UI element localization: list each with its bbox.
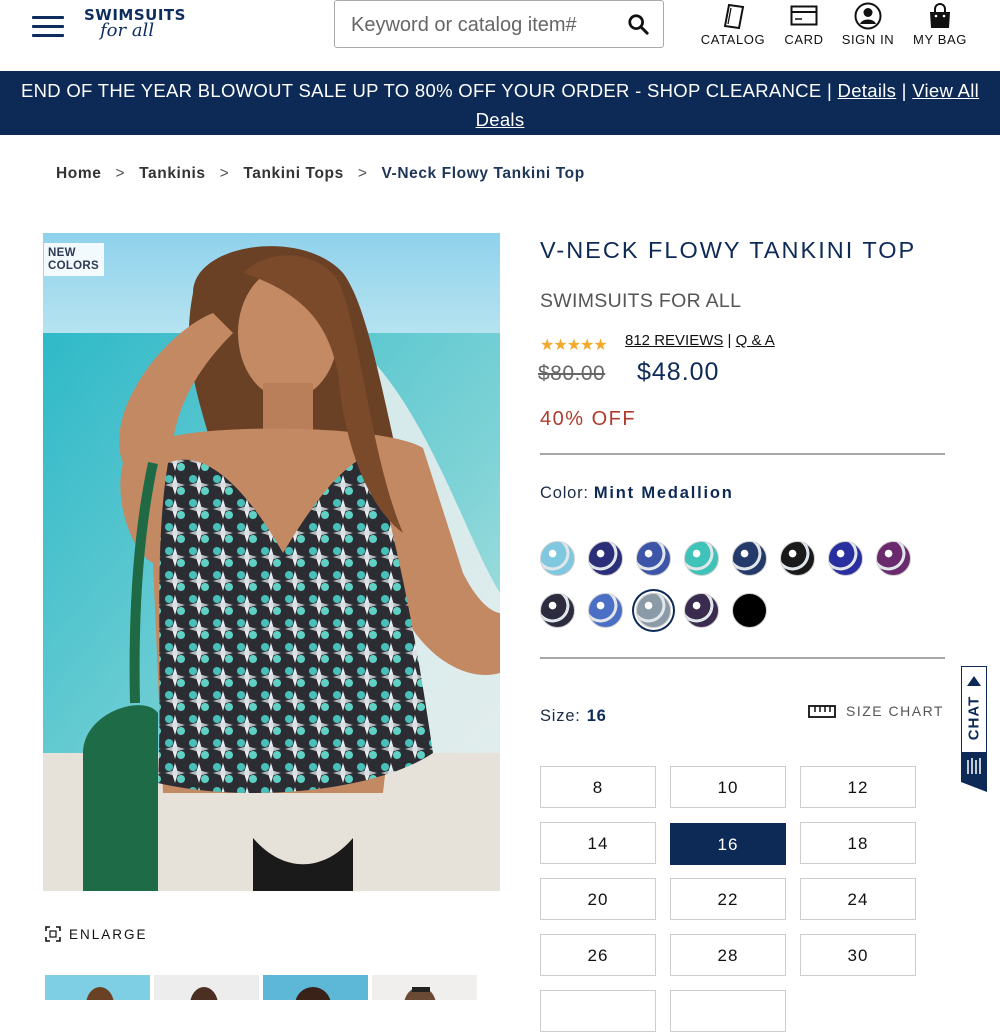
original-price: $80.00 <box>538 362 606 385</box>
size-option[interactable]: 26 <box>540 934 656 976</box>
size-option[interactable]: 30 <box>800 934 916 976</box>
product-thumbnail[interactable] <box>263 975 368 1000</box>
breadcrumb-current: V-Neck Flowy Tankini Top <box>381 165 585 182</box>
enlarge-label: ENLARGE <box>69 926 148 942</box>
product-brand[interactable]: SWIMSUITS FOR ALL <box>540 290 741 313</box>
reviews-row: 812 REVIEWS | Q & A <box>625 332 775 349</box>
new-colors-badge: NEW COLORS <box>44 243 104 276</box>
color-swatch[interactable] <box>588 593 623 628</box>
ruler-icon <box>808 705 836 718</box>
search-input[interactable] <box>349 9 623 41</box>
breadcrumb-separator: > <box>115 165 126 182</box>
color-swatch[interactable] <box>684 593 719 628</box>
menu-icon[interactable] <box>32 14 64 40</box>
color-swatch[interactable] <box>636 541 671 576</box>
chat-label: CHAT <box>965 695 983 741</box>
size-chart-label: SIZE CHART <box>846 703 944 719</box>
breadcrumb-separator: > <box>219 165 230 182</box>
breadcrumb-tankini-tops[interactable]: Tankini Tops <box>243 165 344 182</box>
size-option[interactable]: 22 <box>670 878 786 920</box>
reviews-separator: | <box>727 332 732 349</box>
size-option[interactable] <box>670 990 786 1032</box>
divider <box>540 453 945 455</box>
catalog-icon <box>723 3 745 30</box>
nav-my-bag[interactable]: MY BAG <box>910 0 970 47</box>
size-option[interactable]: 28 <box>670 934 786 976</box>
badge-line-1: NEW <box>48 247 76 259</box>
color-swatch[interactable] <box>732 593 767 628</box>
size-option[interactable]: 24 <box>800 878 916 920</box>
color-swatch[interactable] <box>588 541 623 576</box>
enlarge-icon <box>45 926 61 942</box>
promo-details-link[interactable]: Details <box>838 80 897 101</box>
bag-icon <box>930 3 950 28</box>
product-title: V-NECK FLOWY TANKINI TOP <box>540 237 917 263</box>
size-value: 16 <box>586 707 607 725</box>
nav-sign-in-label: SIGN IN <box>841 32 895 47</box>
product-main-image[interactable] <box>43 233 500 891</box>
size-option[interactable]: 10 <box>670 766 786 808</box>
color-label: Color: Mint Medallion <box>540 484 734 503</box>
promo-separator: | <box>901 80 907 101</box>
enlarge-button[interactable]: ENLARGE <box>45 926 148 942</box>
user-icon <box>854 2 882 30</box>
nav-card[interactable]: CARD <box>780 0 828 47</box>
color-value: Mint Medallion <box>593 484 734 502</box>
breadcrumb-separator: > <box>357 165 368 182</box>
size-option[interactable]: 12 <box>800 766 916 808</box>
color-swatch[interactable] <box>684 541 719 576</box>
size-chart-link[interactable]: SIZE CHART <box>808 703 944 719</box>
nav-catalog-label: CATALOG <box>700 32 766 47</box>
product-thumbnail[interactable] <box>154 975 259 1000</box>
color-swatch[interactable] <box>636 593 671 628</box>
card-icon <box>790 5 818 26</box>
promo-text: END OF THE YEAR BLOWOUT SALE UP TO 80% O… <box>20 80 822 101</box>
size-option[interactable]: 8 <box>540 766 656 808</box>
rating-stars[interactable]: ★★★★★ <box>540 335 608 355</box>
size-label: Size: 16 <box>540 707 607 726</box>
size-option[interactable]: 16 <box>670 823 786 865</box>
sale-price: $48.00 <box>637 358 720 386</box>
color-swatches <box>540 541 940 631</box>
size-label-text: Size: <box>540 707 581 725</box>
breadcrumb: Home > Tankinis > Tankini Tops > V-Neck Flowy … <box>56 165 585 183</box>
reviews-link[interactable]: 812 REVIEWS <box>625 332 723 349</box>
nav-card-label: CARD <box>784 32 824 47</box>
promo-banner: END OF THE YEAR BLOWOUT SALE UP TO 80% O… <box>0 71 1000 135</box>
qa-link[interactable]: Q & A <box>736 332 775 349</box>
product-thumbnail[interactable] <box>372 975 477 1000</box>
product-thumbnail[interactable] <box>45 975 150 1000</box>
color-swatch[interactable] <box>540 593 575 628</box>
divider <box>540 657 945 659</box>
size-option[interactable]: 18 <box>800 822 916 864</box>
color-swatch[interactable] <box>828 541 863 576</box>
color-swatch[interactable] <box>540 541 575 576</box>
star-rating-icons: ★★★★★ <box>540 337 608 354</box>
logo-text-bottom: for all <box>100 20 155 41</box>
size-option[interactable]: 20 <box>540 878 656 920</box>
size-grid: 8 10 12 14 16 18 20 22 24 26 28 30 <box>540 766 920 1032</box>
breadcrumb-tankinis[interactable]: Tankinis <box>139 165 206 182</box>
size-option[interactable] <box>540 990 656 1032</box>
color-swatch[interactable] <box>876 541 911 576</box>
size-option[interactable]: 14 <box>540 822 656 864</box>
promo-separator: | <box>826 80 833 101</box>
breadcrumb-home[interactable]: Home <box>56 165 101 182</box>
nav-my-bag-label: MY BAG <box>913 32 967 47</box>
site-logo[interactable]: SWIMSUITS for all <box>84 6 194 46</box>
chat-tab[interactable]: CHAT <box>960 665 988 792</box>
badge-line-2: COLORS <box>48 260 99 272</box>
color-label-text: Color: <box>540 484 589 502</box>
discount-label: 40% OFF <box>540 408 637 430</box>
color-swatch[interactable] <box>780 541 815 576</box>
nav-sign-in[interactable]: SIGN IN <box>840 0 896 47</box>
search-box <box>334 0 664 48</box>
nav-catalog[interactable]: CATALOG <box>700 0 766 47</box>
color-swatch[interactable] <box>732 541 767 576</box>
search-icon[interactable] <box>627 13 649 35</box>
